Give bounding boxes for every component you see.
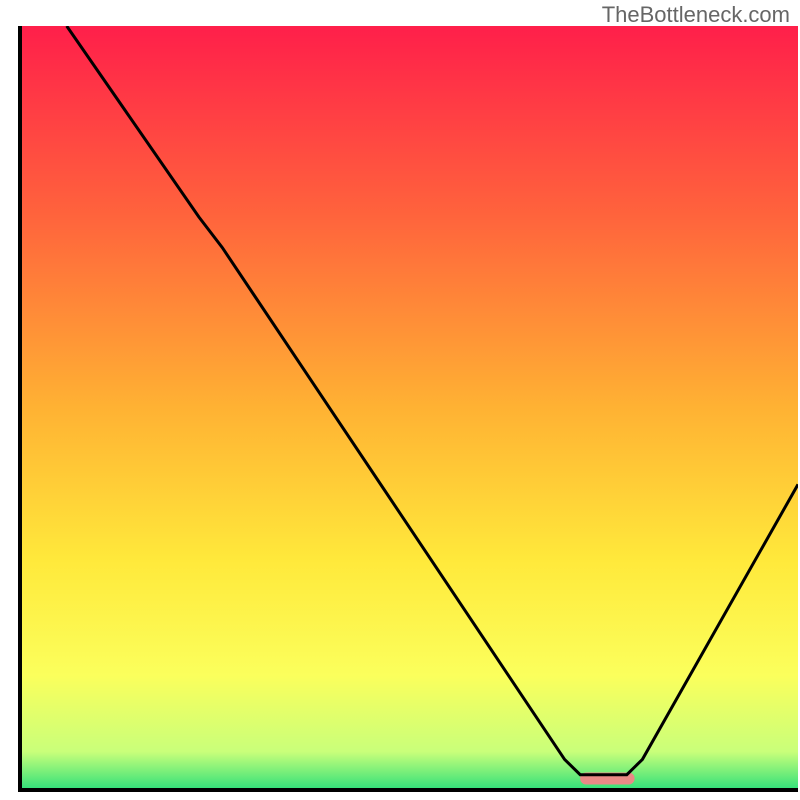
watermark-text: TheBottleneck.com [602,2,790,28]
plot-area [20,26,798,790]
chart-container: TheBottleneck.com [0,0,800,800]
bottleneck-chart [0,0,800,800]
gradient-background [20,26,798,790]
